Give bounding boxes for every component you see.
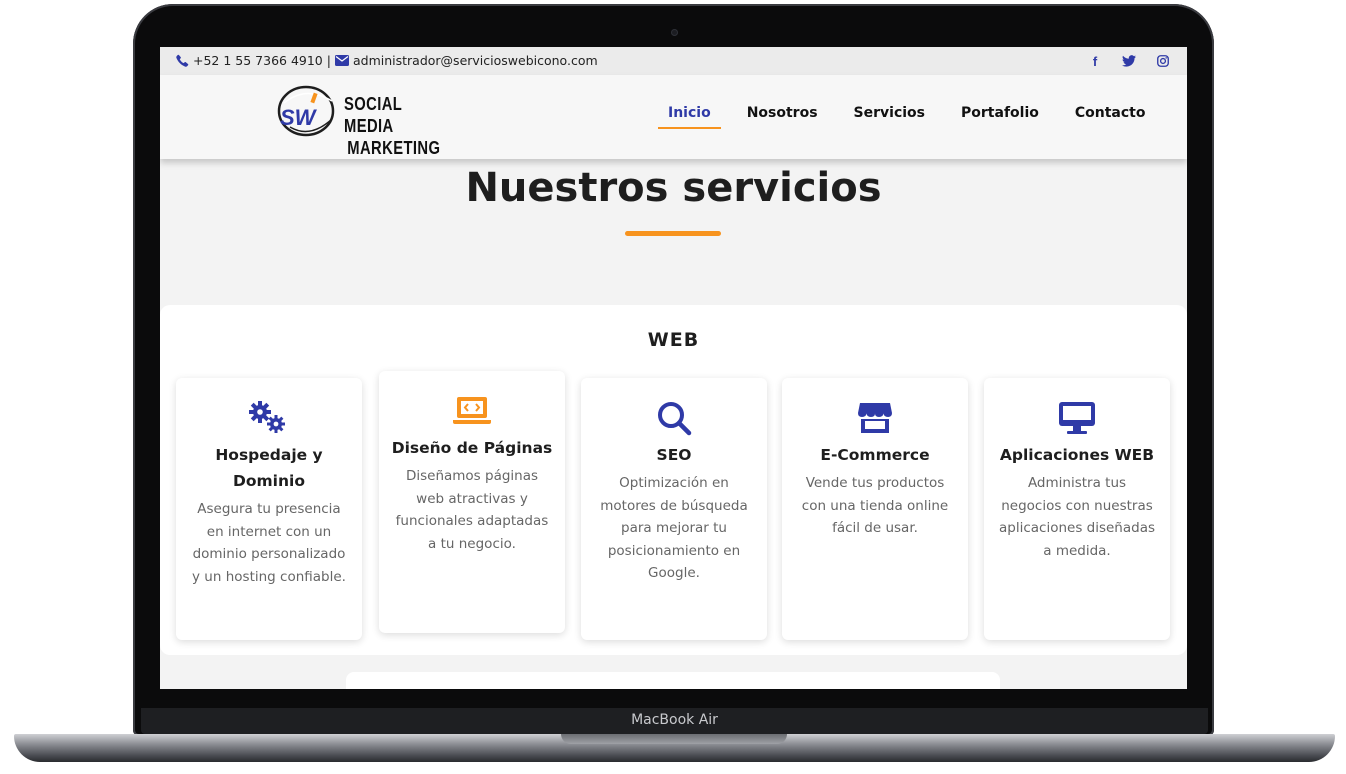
screen-bezel-bottom: MacBook Air bbox=[141, 708, 1208, 734]
nav-item-contacto[interactable]: Contacto bbox=[1073, 105, 1148, 121]
logo-mark: SW bbox=[277, 85, 335, 137]
main-navbar: SW SOCIAL MEDIA MARKETING Inicio Nosotro… bbox=[160, 75, 1187, 159]
title-underline bbox=[625, 231, 721, 236]
service-card-seo[interactable]: SEO Optimización en motores de búsqueda … bbox=[581, 378, 767, 640]
logo-monogram: SW bbox=[280, 105, 318, 130]
next-section-card bbox=[346, 672, 1000, 689]
envelope-icon bbox=[334, 55, 349, 66]
contact-info: +52 1 55 7366 4910 | administrador@servi… bbox=[176, 53, 598, 68]
browser-screen: +52 1 55 7366 4910 | administrador@servi… bbox=[160, 47, 1187, 689]
store-icon bbox=[858, 403, 892, 433]
service-description: Administra tus negocios con nuestras apl… bbox=[998, 475, 1156, 559]
instagram-icon[interactable] bbox=[1155, 53, 1171, 69]
main-menu: Inicio Nosotros Servicios Portafolio Con… bbox=[658, 105, 1148, 129]
service-description: Asegura tu presencia en internet con un … bbox=[192, 501, 346, 585]
laptop-notch bbox=[561, 734, 787, 744]
search-icon bbox=[658, 402, 692, 436]
nav-item-servicios[interactable]: Servicios bbox=[852, 105, 927, 121]
desktop-icon bbox=[1059, 402, 1095, 434]
nav-item-inicio[interactable]: Inicio bbox=[658, 105, 721, 129]
service-title: Aplicaciones WEB bbox=[999, 446, 1155, 464]
logo-line-1: SOCIAL MEDIA bbox=[344, 94, 402, 136]
section-title: WEB bbox=[647, 329, 700, 351]
page-title: Nuestros servicios bbox=[465, 165, 882, 211]
service-card-aplicaciones[interactable]: Aplicaciones WEB Administra tus negocios… bbox=[984, 378, 1170, 640]
service-card-ecommerce[interactable]: E-Commerce Vende tus productos con una t… bbox=[782, 378, 968, 640]
service-title: E-Commerce bbox=[820, 446, 930, 464]
web-services-panel: WEB Hospedaje y Dominio Asegura tu prese… bbox=[160, 305, 1187, 655]
logo-wordmark: SOCIAL MEDIA MARKETING bbox=[344, 93, 440, 159]
service-title: SEO bbox=[656, 446, 692, 464]
service-title: Diseño de Páginas bbox=[391, 439, 553, 457]
nav-item-nosotros[interactable]: Nosotros bbox=[745, 105, 820, 121]
twitter-icon[interactable] bbox=[1121, 53, 1137, 69]
facebook-icon[interactable]: f bbox=[1087, 53, 1103, 69]
service-description: Optimización en motores de búsqueda para… bbox=[600, 475, 748, 581]
logo-line-2: MARKETING bbox=[347, 138, 441, 158]
service-description: Diseñamos páginas web atractivas y funci… bbox=[395, 468, 549, 552]
contact-topbar: +52 1 55 7366 4910 | administrador@servi… bbox=[160, 47, 1187, 75]
gears-icon bbox=[249, 401, 285, 433]
nav-item-portafolio[interactable]: Portafolio bbox=[959, 105, 1041, 121]
service-title: Hospedaje y Dominio bbox=[215, 446, 323, 490]
camera-icon bbox=[671, 29, 678, 36]
phone-icon bbox=[176, 54, 189, 67]
brand-logo[interactable]: SW SOCIAL MEDIA MARKETING bbox=[276, 83, 446, 158]
service-card-hospedaje[interactable]: Hospedaje y Dominio Asegura tu presencia… bbox=[176, 378, 362, 640]
social-links: f bbox=[1087, 53, 1171, 69]
service-card-diseno[interactable]: Diseño de Páginas Diseñamos páginas web … bbox=[379, 371, 565, 633]
email-link[interactable]: administrador@servicioswebicono.com bbox=[353, 53, 598, 68]
contact-separator: | bbox=[326, 53, 331, 68]
phone-number[interactable]: +52 1 55 7366 4910 bbox=[193, 53, 323, 68]
service-description: Vende tus productos con una tienda onlin… bbox=[801, 475, 949, 536]
laptop-code-icon bbox=[453, 397, 491, 424]
device-model-label: MacBook Air bbox=[631, 712, 718, 728]
